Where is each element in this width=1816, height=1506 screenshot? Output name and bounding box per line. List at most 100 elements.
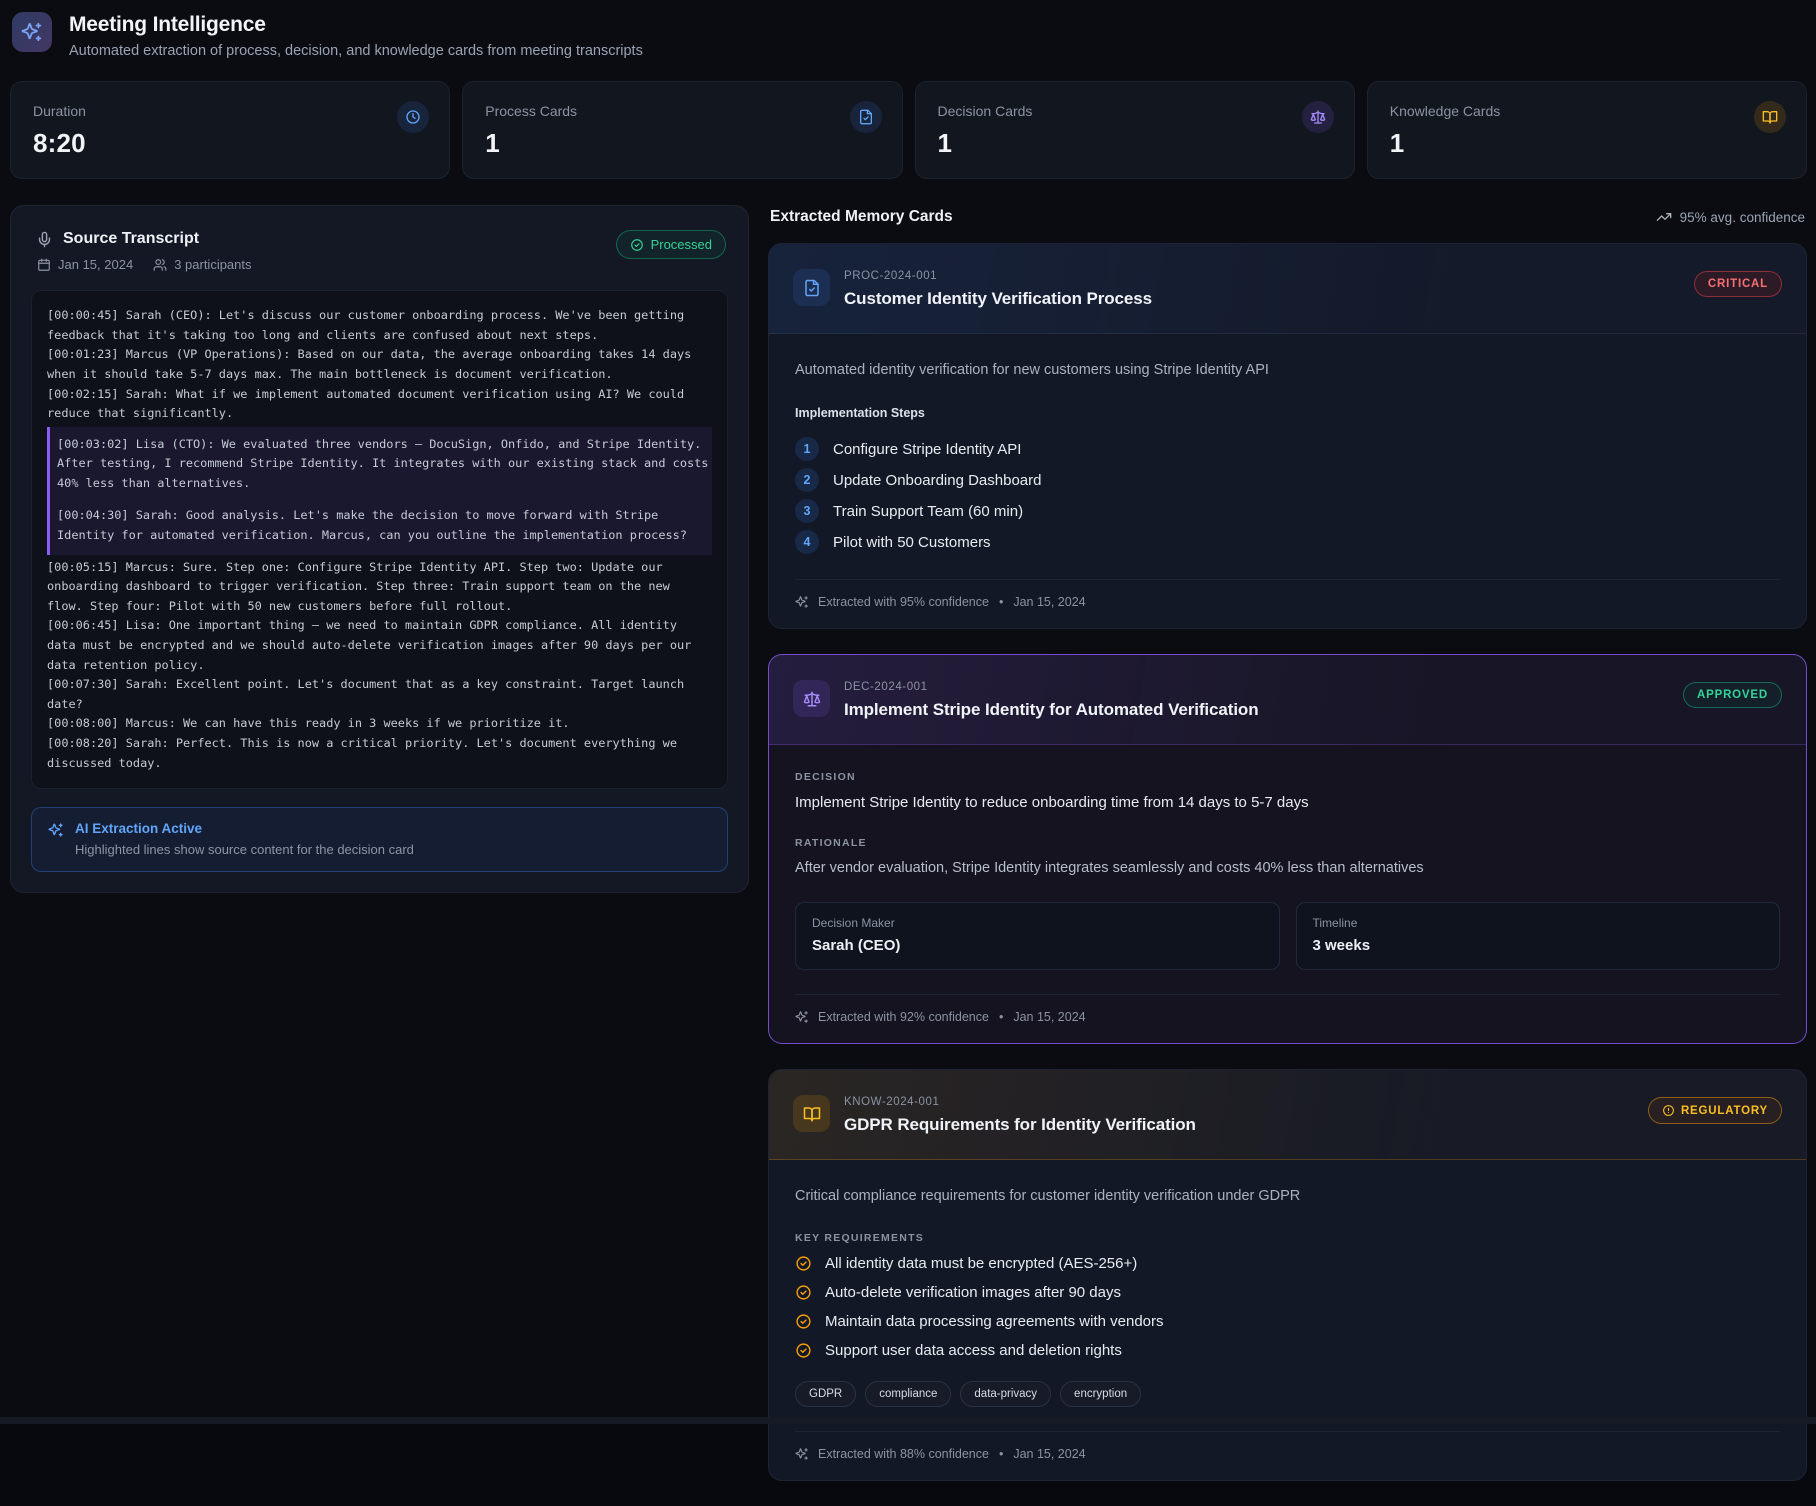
knowledge-card-body: Critical compliance requirements for cus…	[769, 1160, 1806, 1431]
tag-chip: data-privacy	[960, 1381, 1051, 1407]
extraction-date: Jan 15, 2024	[1013, 1447, 1085, 1461]
requirement-text: Maintain data processing agreements with…	[825, 1313, 1164, 1330]
process-card-title: Customer Identity Verification Process	[844, 289, 1152, 309]
process-card-body: Automated identity verification for new …	[769, 334, 1806, 579]
page-bottom-strip	[0, 1417, 1816, 1424]
knowledge-description: Critical compliance requirements for cus…	[795, 1188, 1780, 1204]
separator-dot: •	[999, 1447, 1003, 1461]
extraction-date: Jan 15, 2024	[1013, 595, 1085, 609]
timeline-box: Timeline 3 weeks	[1296, 902, 1781, 970]
page-title: Meeting Intelligence	[69, 13, 643, 37]
transcript-segment: [00:04:30] Sarah: Good analysis. Let's m…	[57, 506, 710, 545]
file-check-icon	[858, 109, 874, 125]
transcript-panel: Source Transcript Jan 15, 2024 3 partici…	[10, 205, 749, 893]
ai-extraction-note: AI Extraction Active Highlighted lines s…	[31, 807, 728, 872]
timeline-value: 3 weeks	[1313, 937, 1764, 954]
rationale-text: After vendor evaluation, Stripe Identity…	[795, 860, 1780, 876]
sparkles-icon	[21, 21, 43, 43]
step-text: Configure Stripe Identity API	[833, 441, 1021, 458]
transcript-box[interactable]: [00:00:45] Sarah (CEO): Let's discuss ou…	[31, 290, 728, 789]
transcript-segment: [00:02:15] Sarah: What if we implement a…	[47, 385, 712, 424]
check-circle-icon	[795, 1255, 812, 1272]
knowledge-card-header: KNOW-2024-001 GDPR Requirements for Iden…	[769, 1070, 1806, 1160]
sparkles-icon	[48, 822, 64, 838]
tags-row: GDPR compliance data-privacy encryption	[795, 1381, 1780, 1407]
implementation-step: 4 Pilot with 50 Customers	[795, 530, 1780, 554]
decision-maker-value: Sarah (CEO)	[812, 937, 1263, 954]
transcript-segment: [00:08:20] Sarah: Perfect. This is now a…	[47, 734, 712, 773]
stat-label: Decision Cards	[938, 103, 1332, 119]
transcript-segment: [00:05:15] Marcus: Sure. Step one: Confi…	[47, 558, 712, 617]
processed-badge-text: Processed	[651, 237, 712, 252]
page: Meeting Intelligence Automated extractio…	[0, 0, 1816, 1424]
process-card-header: PROC-2024-001 Customer Identity Verifica…	[769, 244, 1806, 334]
transcript-segment: [00:07:30] Sarah: Excellent point. Let's…	[47, 675, 712, 714]
memory-cards-title: Extracted Memory Cards	[770, 208, 953, 226]
decision-card-header: DEC-2024-001 Implement Stripe Identity f…	[769, 655, 1806, 745]
page-subtitle: Automated extraction of process, decisio…	[69, 43, 643, 59]
check-circle-icon	[630, 238, 644, 252]
requirement-text: Auto-delete verification images after 90…	[825, 1284, 1121, 1301]
process-card-icon-chip	[793, 269, 830, 306]
app-logo	[12, 12, 52, 52]
processed-badge: Processed	[616, 230, 726, 259]
stat-card-process-cards: Process Cards 1	[462, 81, 902, 179]
stat-value: 1	[485, 128, 879, 159]
step-text: Pilot with 50 Customers	[833, 534, 991, 551]
knowledge-card-title: GDPR Requirements for Identity Verificat…	[844, 1115, 1196, 1135]
app-header: Meeting Intelligence Automated extractio…	[12, 12, 1807, 59]
tag-chip: encryption	[1060, 1381, 1141, 1407]
tag-chip: compliance	[865, 1381, 951, 1407]
decision-text: Implement Stripe Identity to reduce onbo…	[795, 794, 1780, 811]
avg-confidence: 95% avg. confidence	[1656, 209, 1805, 225]
stat-icon-chip	[850, 101, 882, 133]
decision-card-body: DECISION Implement Stripe Identity to re…	[769, 745, 1806, 994]
process-card-id: PROC-2024-001	[844, 270, 1152, 282]
process-card-heading: PROC-2024-001 Customer Identity Verifica…	[844, 269, 1152, 309]
stat-icon-chip	[1302, 101, 1334, 133]
stat-card-duration: Duration 8:20	[10, 81, 450, 179]
alert-circle-icon	[1662, 1104, 1675, 1117]
trending-up-icon	[1656, 209, 1672, 225]
decision-maker-label: Decision Maker	[812, 916, 1263, 930]
transcript-segment: [00:08:00] Marcus: We can have this read…	[47, 714, 712, 734]
clock-icon	[405, 109, 421, 125]
sparkles-icon	[795, 1447, 809, 1461]
implementation-step: 3Train Support Team (60 min)	[795, 499, 1780, 523]
participants: 3 participants	[153, 257, 251, 272]
meeting-date-text: Jan 15, 2024	[58, 257, 133, 272]
stat-label: Process Cards	[485, 103, 879, 119]
stat-label: Duration	[33, 103, 427, 119]
tag-chip: GDPR	[795, 1381, 856, 1407]
process-card-footer: Extracted with 95% confidence • Jan 15, …	[795, 579, 1780, 628]
stat-value: 1	[938, 128, 1332, 159]
implementation-steps-label: Implementation Steps	[795, 406, 1780, 420]
stat-icon-chip	[1754, 101, 1786, 133]
stat-card-knowledge-cards: Knowledge Cards1	[1367, 81, 1807, 179]
key-requirements-label: KEY REQUIREMENTS	[795, 1232, 1780, 1244]
decision-card-icon-chip	[793, 680, 830, 717]
meeting-date: Jan 15, 2024	[37, 257, 133, 272]
step-text: Update Onboarding Dashboard	[833, 472, 1041, 489]
approved-badge: APPROVED	[1683, 682, 1782, 708]
transcript-segment: [00:06:45] Lisa: One important thing — w…	[47, 616, 712, 675]
transcript-segment: [00:01:23] Marcus (VP Operations): Based…	[47, 345, 712, 384]
ai-note-text: AI Extraction Active Highlighted lines s…	[75, 821, 414, 857]
decision-meta-row: Decision Maker Sarah (CEO) Timeline 3 we…	[795, 902, 1780, 970]
transcript-header: Source Transcript Jan 15, 2024 3 partici…	[31, 230, 728, 272]
critical-badge: CRITICAL	[1694, 271, 1782, 297]
check-circle-icon	[795, 1313, 812, 1330]
knowledge-card-id: KNOW-2024-001	[844, 1096, 1196, 1108]
stats-row: Duration 8:20 Process Cards 1 Decision Cards…	[10, 81, 1807, 179]
regulatory-badge-text: REGULATORY	[1681, 1105, 1768, 1117]
requirement-item: Maintain data processing agreements with…	[795, 1313, 1780, 1330]
decision-card[interactable]: DEC-2024-001 Implement Stripe Identity f…	[768, 654, 1807, 1044]
main-columns: Source Transcript Jan 15, 2024 3 partici…	[10, 205, 1807, 1506]
scale-icon	[803, 690, 821, 708]
requirement-text: All identity data must be encrypted (AES…	[825, 1255, 1137, 1272]
step-number: 4	[795, 530, 819, 554]
stat-value: 8:20	[33, 128, 427, 159]
book-open-icon	[1762, 109, 1778, 125]
requirements-list: All identity data must be encrypted (AES…	[795, 1255, 1780, 1359]
process-card[interactable]: PROC-2024-001 Customer Identity Verifica…	[768, 243, 1807, 629]
